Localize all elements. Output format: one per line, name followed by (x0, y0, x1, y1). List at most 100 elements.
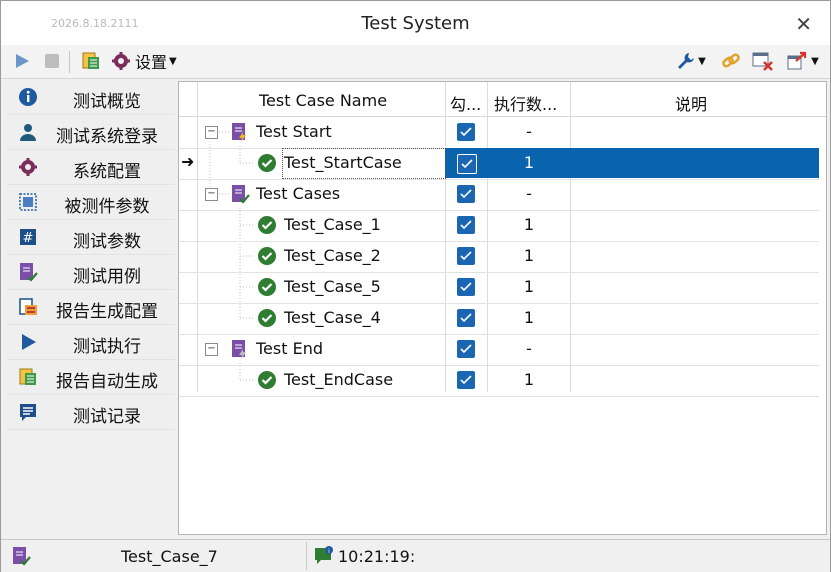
tree-row-label: Test_Case_5 (284, 277, 381, 296)
window-close-icon (752, 52, 773, 71)
column-header-count[interactable]: 执行数... (494, 91, 557, 115)
toolbar-separator (69, 51, 70, 73)
tree-row-label: Test End (256, 339, 323, 358)
execution-count: - (526, 339, 532, 358)
stop-button[interactable] (41, 49, 63, 73)
status-time: 10:21:19: (338, 547, 416, 566)
check-circle-icon (258, 216, 276, 234)
check-circle-icon (258, 309, 276, 327)
sidebar-item-login[interactable]: 测试系统登录 (7, 116, 175, 150)
toolbar: 设置 ▼ ▼ ▼ (1, 45, 830, 79)
user-icon (17, 121, 39, 143)
test-case-icon (13, 547, 31, 566)
row-checkbox[interactable] (457, 247, 475, 265)
row-checkbox[interactable] (457, 123, 475, 141)
sidebar-item-test-execution[interactable]: 测试执行 (7, 326, 175, 360)
tree-row-case[interactable]: Test_Case_1 1 (179, 210, 819, 242)
link-icon (722, 53, 740, 68)
row-checkbox[interactable] (457, 371, 475, 389)
collapse-toggle[interactable]: − (205, 126, 218, 139)
chevron-down-icon: ▼ (811, 55, 819, 67)
log-icon (17, 401, 39, 423)
close-button[interactable]: ✕ (795, 12, 812, 36)
check-circle-icon (258, 154, 276, 172)
clear-button[interactable] (751, 49, 775, 73)
export-icon (787, 51, 807, 70)
sidebar-item-label: 报告自动生成 (56, 372, 158, 392)
sidebar-item-system-config[interactable]: 系统配置 (7, 151, 175, 185)
tree-row-group[interactable]: − Test End - (179, 334, 819, 366)
run-button[interactable] (11, 49, 33, 73)
play-icon (17, 331, 39, 353)
sidebar-item-dut-params[interactable]: 被测件参数 (7, 186, 175, 220)
tree-row-group[interactable]: − Test Start - (179, 117, 819, 149)
settings-menu[interactable]: 设置 ▼ (111, 49, 191, 73)
tree-row-case[interactable]: Test_Case_2 1 (179, 241, 819, 273)
check-circle-icon (258, 371, 276, 389)
test-group-start-icon (232, 123, 246, 142)
test-group-icon (232, 185, 250, 204)
status-separator (306, 542, 307, 570)
row-checkbox[interactable] (457, 216, 475, 234)
execution-count: - (526, 122, 532, 141)
row-checkbox[interactable] (457, 185, 475, 203)
stop-icon (45, 54, 59, 68)
tree-row-group[interactable]: − Test Cases - (179, 179, 819, 211)
execution-count: 1 (523, 277, 535, 296)
tree-row-case[interactable]: Test_Case_4 1 (179, 303, 819, 335)
gear-icon (112, 52, 130, 70)
status-bar: Test_Case_7 i 10:21:19: (1, 539, 830, 572)
test-case-icon (17, 261, 39, 283)
export-menu[interactable]: ▼ (783, 49, 823, 73)
svg-text:#: # (23, 231, 34, 246)
component-icon (17, 191, 39, 213)
tools-menu[interactable]: ▼ (673, 49, 709, 73)
row-checkbox[interactable] (457, 309, 475, 327)
sidebar-item-label: 报告生成配置 (56, 302, 158, 322)
sidebar-item-report-generate[interactable]: 报告自动生成 (7, 361, 175, 395)
title-bar: 2026.8.18.2111 Test System ✕ (1, 1, 830, 45)
row-checkbox[interactable] (457, 278, 475, 296)
report-generate-icon (17, 366, 39, 388)
test-group-end-icon (232, 340, 246, 359)
sidebar-item-test-records[interactable]: 测试记录 (7, 396, 175, 430)
sidebar: 测试概览 测试系统登录 系统配置 被测件参数 # 测试参数 测试用例 报告生成配… (7, 81, 175, 537)
sidebar-item-test-cases[interactable]: 测试用例 (7, 256, 175, 290)
chevron-down-icon: ▼ (169, 55, 177, 67)
execution-count: 1 (523, 246, 535, 265)
execution-count: 1 (523, 153, 535, 172)
tree-row-case[interactable]: Test_StartCase 1 (179, 148, 819, 180)
execution-count: 1 (523, 215, 535, 234)
tree-row-label: Test Cases (256, 184, 341, 203)
window-title: Test System (361, 13, 470, 34)
column-header-check[interactable]: 勾... (450, 91, 481, 115)
sidebar-item-label: 测试系统登录 (56, 127, 158, 147)
test-case-tree: Test Case Name 勾... 执行数... 说明 − Test Sta… (178, 81, 827, 535)
sidebar-item-test-params[interactable]: # 测试参数 (7, 221, 175, 255)
sidebar-item-report-config[interactable]: 报告生成配置 (7, 291, 175, 325)
sidebar-item-label: 测试用例 (73, 267, 141, 287)
link-button[interactable] (719, 49, 743, 73)
collapse-toggle[interactable]: − (205, 343, 218, 356)
tree-row-label: Test_EndCase (284, 370, 394, 389)
tree-row-case[interactable]: Test_Case_5 1 (179, 272, 819, 304)
sidebar-item-label: 测试记录 (73, 407, 141, 427)
settings-label: 设置 (135, 53, 168, 72)
collapse-toggle[interactable]: − (205, 188, 218, 201)
sidebar-item-label: 测试执行 (73, 337, 141, 357)
sidebar-item-label: 测试概览 (73, 92, 141, 112)
sidebar-item-label: 测试参数 (73, 232, 141, 252)
report-config-icon (17, 296, 39, 318)
column-header-description[interactable]: 说明 (675, 91, 707, 115)
hash-icon: # (17, 226, 39, 248)
report-button[interactable] (79, 49, 103, 73)
tree-row-label: Test_Case_1 (284, 215, 381, 234)
play-icon (16, 54, 29, 68)
row-checkbox[interactable] (457, 154, 477, 174)
sidebar-item-overview[interactable]: 测试概览 (7, 81, 175, 115)
sidebar-item-label: 被测件参数 (64, 197, 150, 217)
info-icon (17, 86, 39, 108)
row-checkbox[interactable] (457, 340, 475, 358)
status-current-case: Test_Case_7 (121, 547, 218, 566)
tree-row-case[interactable]: Test_EndCase 1 (179, 365, 819, 397)
